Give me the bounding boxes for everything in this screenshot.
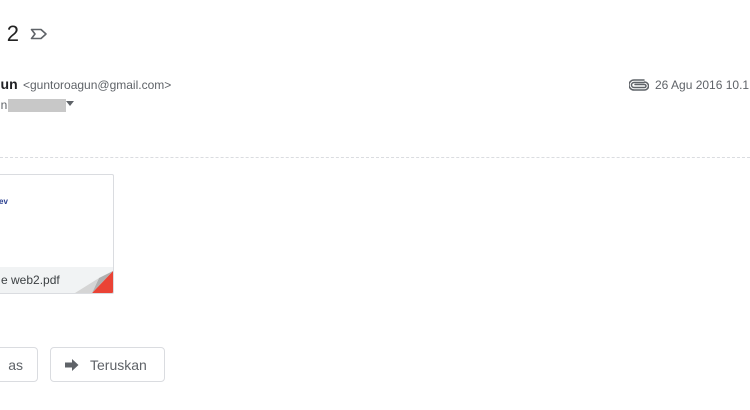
- attachment-card[interactable]: ev e web2.pdf: [0, 174, 114, 294]
- redacted-recipient: [8, 98, 67, 112]
- sender-name[interactable]: gun: [0, 76, 18, 92]
- recipient-row: in: [0, 96, 75, 114]
- caret-down-icon[interactable]: [66, 100, 75, 106]
- paperclip-icon: [628, 79, 650, 91]
- reply-button[interactable]: as: [0, 347, 38, 382]
- recipient-prefix: in: [0, 98, 8, 112]
- attachment-file-name: e web2.pdf: [1, 273, 60, 287]
- reply-button-label: as: [8, 356, 23, 373]
- pdf-corner-icon: [75, 271, 113, 293]
- attachment-thumbnail-text: ev: [0, 197, 8, 206]
- forward-button-label: Teruskan: [90, 356, 147, 373]
- email-view: e 2 gun <guntoroagun@gmail.com> 26 Agu 2…: [0, 0, 750, 410]
- sender-email: <guntoroagun@gmail.com>: [23, 78, 172, 92]
- email-date: 26 Agu 2016 10.1: [655, 78, 750, 92]
- divider: [0, 157, 750, 158]
- forward-button[interactable]: Teruskan: [50, 347, 165, 382]
- email-subject: e 2: [0, 21, 20, 46]
- forward-arrow-icon: [65, 358, 79, 371]
- sender-row: gun <guntoroagun@gmail.com> 26 Agu 2016 …: [0, 76, 750, 96]
- label-outline-icon[interactable]: [29, 26, 49, 42]
- subject-header: e 2: [0, 18, 49, 50]
